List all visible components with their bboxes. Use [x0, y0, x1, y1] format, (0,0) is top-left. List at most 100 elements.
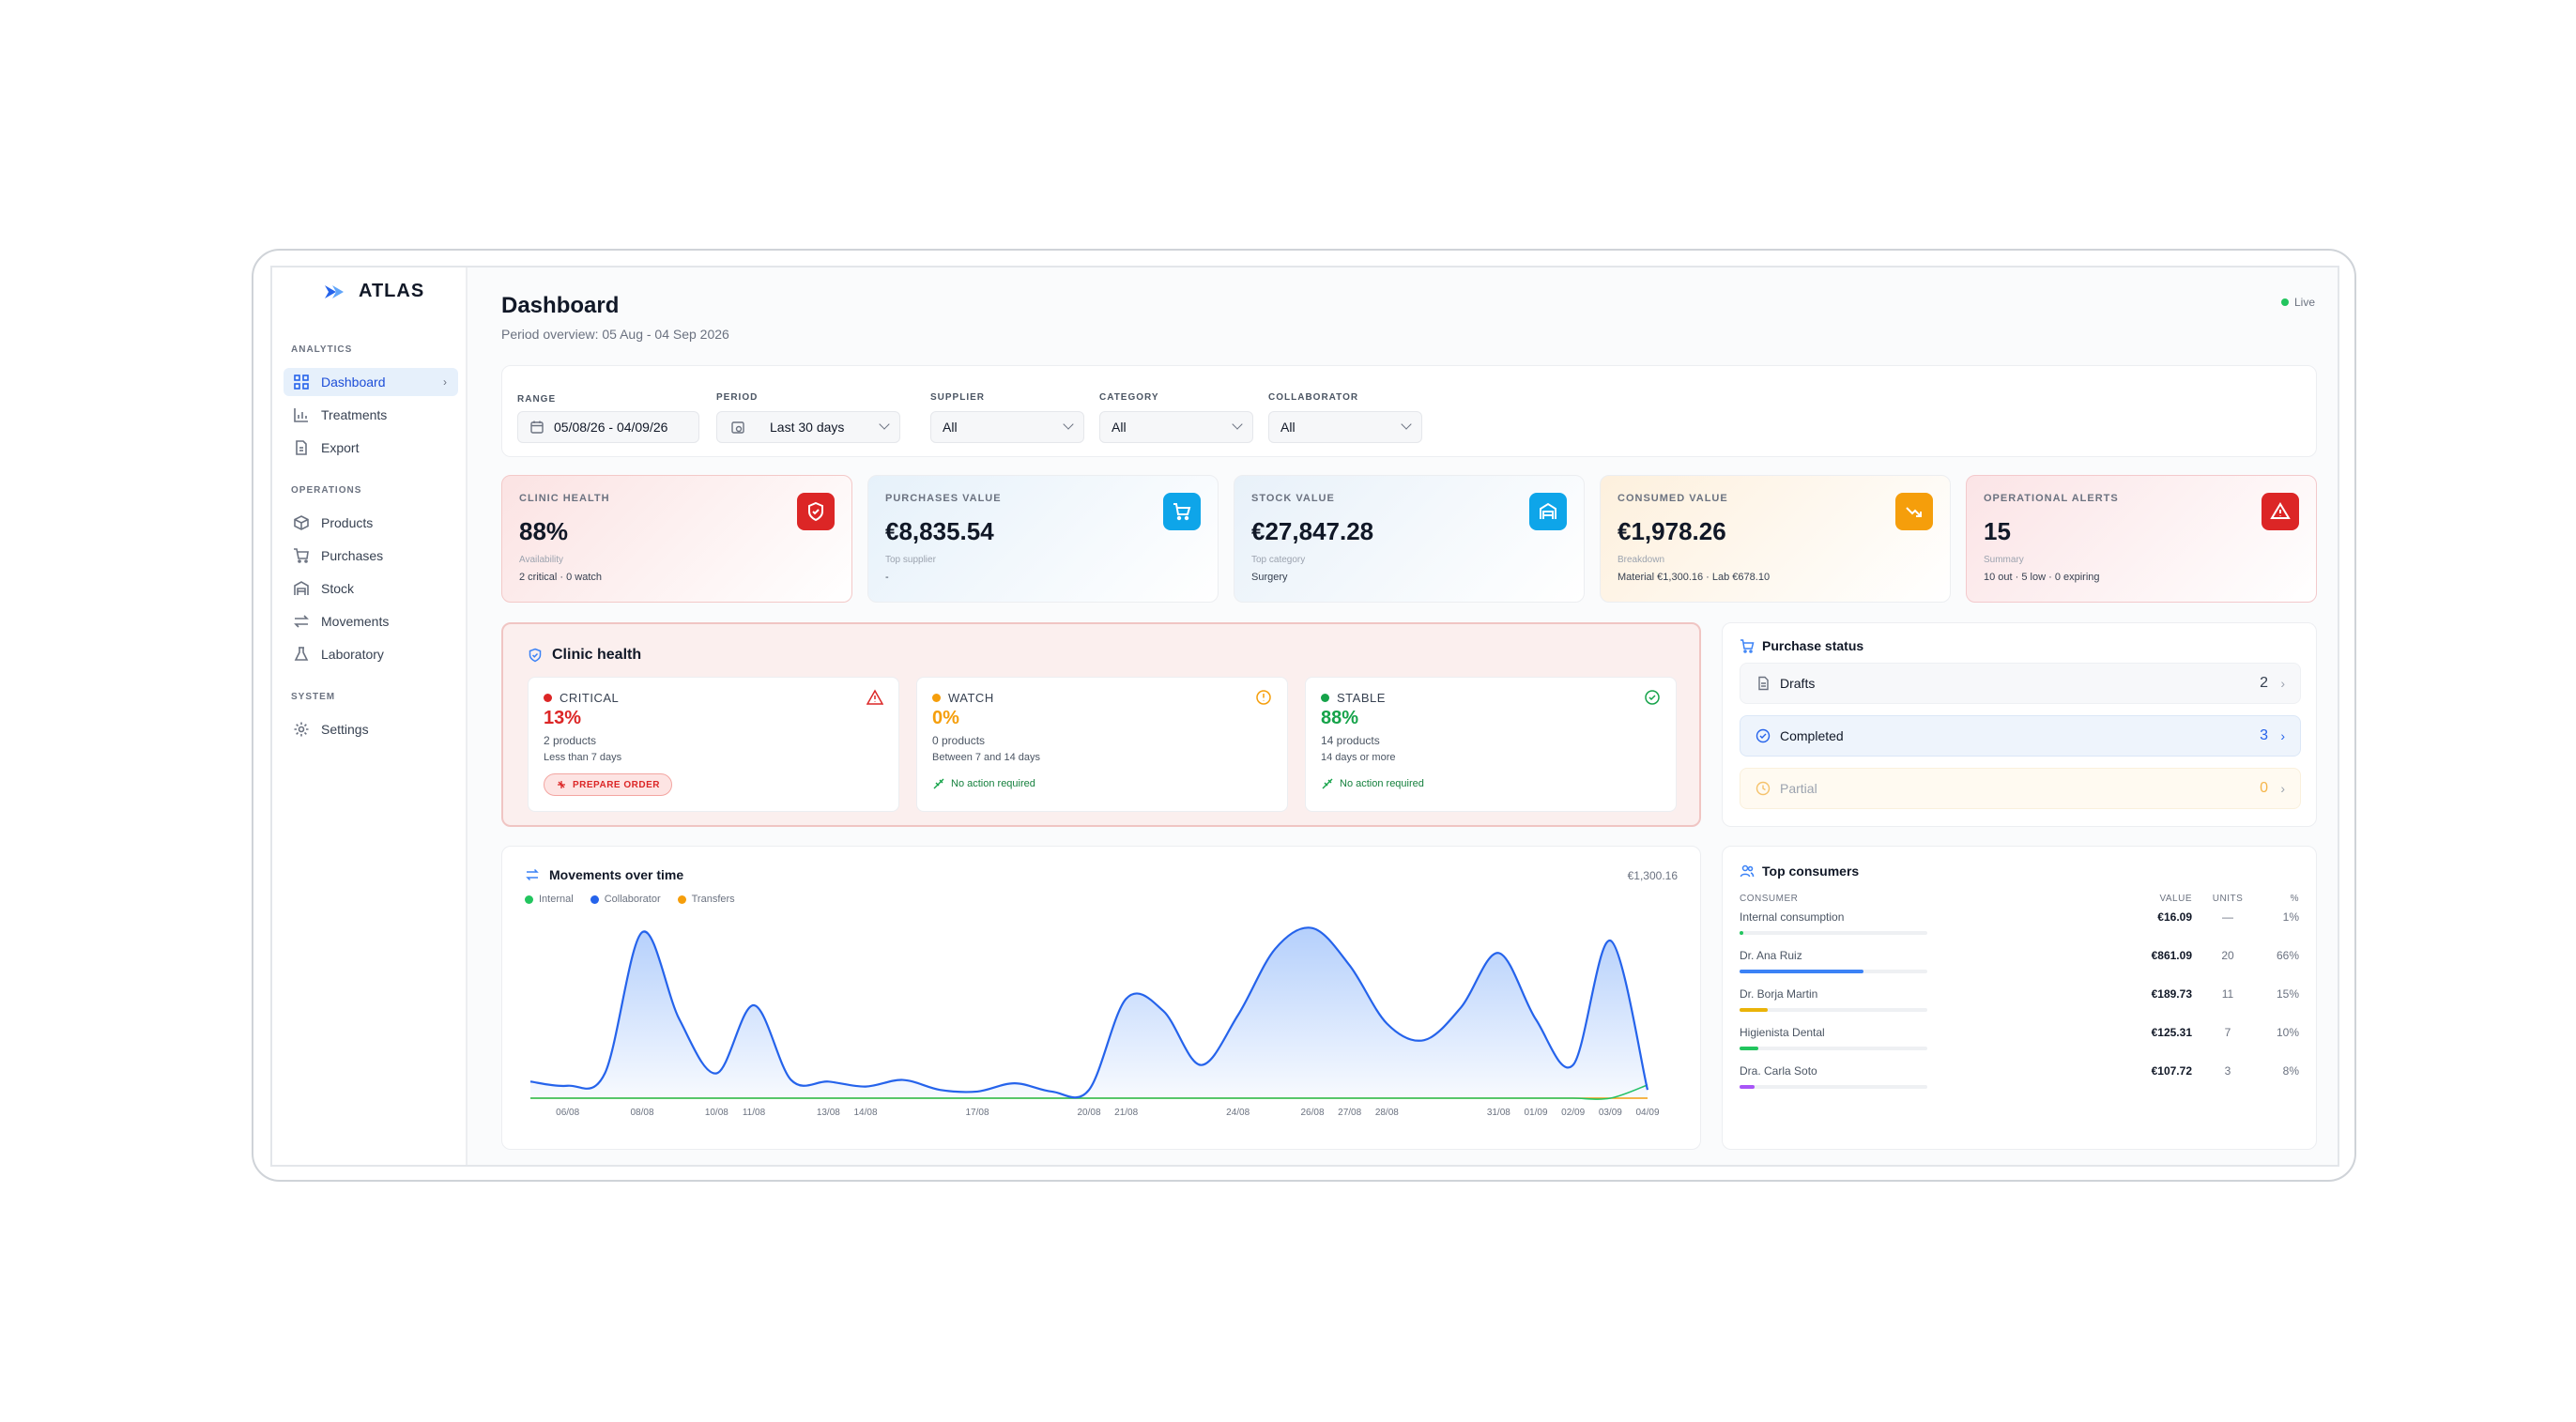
category-label: CATEGORY — [1099, 392, 1159, 403]
sidebar-item-treatments[interactable]: Treatments — [284, 401, 458, 429]
kpi-card-stock-value[interactable]: STOCK VALUE €27,847.28 Top category Surg… — [1234, 475, 1585, 603]
purchase-row-partial[interactable]: Partial 0 › — [1740, 768, 2301, 809]
kpi-value: €27,847.28 — [1251, 517, 1374, 545]
consumer-row[interactable]: Dra. Carla Soto €107.72 3 8% — [1740, 1064, 2303, 1102]
cart-icon — [1163, 493, 1201, 530]
legend-label: Internal — [539, 894, 574, 905]
nav-section-analytics: ANALYTICS — [291, 344, 353, 355]
consumer-share-fill — [1740, 1047, 1758, 1050]
logo[interactable]: ATLAS — [323, 281, 424, 302]
consumer-share-fill — [1740, 970, 1863, 973]
kpi-note: 10 out · 5 low · 0 expiring — [1984, 572, 2100, 583]
chevron-right-icon: › — [443, 375, 447, 389]
movements-total: €1,300.16 — [1627, 869, 1678, 882]
x-tick-label: 21/08 — [1114, 1108, 1138, 1118]
purchase-row-drafts[interactable]: Drafts 2 › — [1740, 663, 2301, 704]
sidebar-item-stock[interactable]: Stock — [284, 574, 458, 603]
sidebar-item-dashboard[interactable]: Dashboard › — [284, 368, 458, 396]
consumer-row[interactable]: Dr. Borja Martin €189.73 11 15% — [1740, 987, 2303, 1025]
health-card-watch[interactable]: WATCH 0% 0 products Between 7 and 14 day… — [916, 677, 1288, 812]
purchase-row-label: Completed — [1780, 728, 1844, 743]
health-label-text: CRITICAL — [560, 691, 620, 705]
sidebar-item-purchases[interactable]: Purchases — [284, 542, 458, 570]
consumer-row[interactable]: Internal consumption €16.09 — 1% — [1740, 910, 2303, 948]
chevron-down-icon — [1232, 419, 1243, 430]
range-label: RANGE — [517, 394, 557, 405]
health-action: No action required — [932, 777, 1035, 790]
supplier-select[interactable]: All — [930, 411, 1084, 443]
purchase-row-completed[interactable]: Completed 3 › — [1740, 715, 2301, 757]
filter-bar: RANGE 05/08/26 - 04/09/26 PERIOD Last 30… — [501, 365, 2317, 457]
arrows-icon — [526, 868, 539, 881]
x-tick-label: 02/09 — [1561, 1108, 1585, 1118]
range-picker[interactable]: 05/08/26 - 04/09/26 — [517, 411, 699, 443]
consumer-value: €189.73 — [2151, 987, 2192, 1001]
health-pct: 13% — [544, 708, 582, 728]
consumer-units: 7 — [2224, 1026, 2231, 1039]
consumer-units: 11 — [2221, 987, 2234, 1001]
health-card-critical[interactable]: CRITICAL 13% 2 products Less than 7 days… — [528, 677, 899, 812]
kpi-value: 88% — [519, 517, 569, 545]
health-action: No action required — [1321, 777, 1424, 790]
file-icon — [1758, 676, 1769, 691]
collaborator-select[interactable]: All — [1268, 411, 1422, 443]
consumer-value: €861.09 — [2151, 949, 2192, 962]
legend-item-transfers[interactable]: Transfers — [677, 894, 735, 905]
sidebar-item-movements[interactable]: Movements — [284, 607, 458, 635]
kpi-card-consumed-value[interactable]: CONSUMED VALUE €1,978.26 Breakdown Mater… — [1600, 475, 1951, 603]
consumer-name: Dra. Carla Soto — [1740, 1064, 1817, 1078]
live-label: Live — [2293, 296, 2315, 309]
kpi-card-operational-alerts[interactable]: OPERATIONAL ALERTS 15 Summary 10 out · 5… — [1966, 475, 2317, 603]
legend-item-internal[interactable]: Internal — [525, 894, 574, 905]
sidebar-item-settings[interactable]: Settings — [284, 715, 458, 743]
kpi-card-clinic-health[interactable]: CLINIC HEALTH 88% Availability 2 critica… — [501, 475, 852, 603]
movements-title-text: Movements over time — [549, 867, 684, 882]
x-tick-label: 01/09 — [1524, 1108, 1547, 1118]
x-tick-label: 08/08 — [630, 1108, 653, 1118]
consumer-pct: 66% — [2276, 949, 2299, 962]
sidebar-item-products[interactable]: Products — [284, 509, 458, 537]
consumer-share-fill — [1740, 1008, 1768, 1012]
sidebar-item-laboratory[interactable]: Laboratory — [284, 640, 458, 668]
period-select[interactable]: Last 30 days — [716, 411, 900, 443]
x-tick-label: 13/08 — [817, 1108, 840, 1118]
x-tick-label: 17/08 — [965, 1108, 989, 1118]
top-consumers-title: Top consumers — [1740, 864, 1859, 879]
sidebar-item-label: Products — [321, 515, 374, 530]
kpi-value: €1,978.26 — [1618, 517, 1726, 545]
x-tick-label: 03/09 — [1599, 1108, 1622, 1118]
col-header-pct: % — [2290, 894, 2299, 904]
box-icon — [294, 515, 309, 530]
trend-down-icon — [1895, 493, 1933, 530]
range-value: 05/08/26 - 04/09/26 — [554, 420, 668, 435]
flask-icon — [294, 647, 309, 661]
kpi-label: STOCK VALUE — [1251, 493, 1335, 504]
check-circle-icon — [1756, 728, 1771, 743]
consumer-row[interactable]: Higienista Dental €125.31 7 10% — [1740, 1026, 2303, 1063]
x-tick-label: 11/08 — [743, 1108, 766, 1118]
status-dot-icon — [1321, 694, 1329, 702]
kpi-card-purchases-value[interactable]: PURCHASES VALUE €8,835.54 Top supplier - — [867, 475, 1219, 603]
supplier-label: SUPPLIER — [930, 392, 986, 403]
x-tick-label: 14/08 — [853, 1108, 877, 1118]
purchase-status-title-text: Purchase status — [1762, 638, 1864, 653]
purchase-row-count: 2 — [2260, 675, 2268, 691]
sidebar-item-export[interactable]: Export — [284, 434, 458, 462]
check-circle-icon — [1645, 690, 1660, 705]
kpi-sub: Breakdown — [1618, 555, 1665, 565]
prepare-order-button[interactable]: PREPARE ORDER — [544, 773, 672, 796]
consumer-pct: 8% — [2282, 1064, 2299, 1078]
consumer-units: 3 — [2224, 1064, 2231, 1078]
sidebar-item-label: Purchases — [321, 548, 384, 563]
consumer-row[interactable]: Dr. Ana Ruiz €861.09 20 66% — [1740, 949, 2303, 986]
health-card-stable[interactable]: STABLE 88% 14 products 14 days or more N… — [1305, 677, 1677, 812]
sidebar: ATLAS ANALYTICS Dashboard › Treatments E… — [272, 268, 468, 1165]
sidebar-item-label: Dashboard — [321, 375, 386, 390]
health-products: 0 products — [932, 734, 986, 747]
movements-chart[interactable]: 06/08 08/08 10/08 11/08 13/08 14/08 17/08 20/08… — [521, 914, 1685, 1136]
category-select[interactable]: All — [1099, 411, 1253, 443]
legend-item-collaborator[interactable]: Collaborator — [590, 894, 661, 905]
kpi-label: PURCHASES VALUE — [885, 493, 1002, 504]
sidebar-item-label: Export — [321, 440, 360, 455]
chevron-down-icon — [1063, 419, 1074, 430]
